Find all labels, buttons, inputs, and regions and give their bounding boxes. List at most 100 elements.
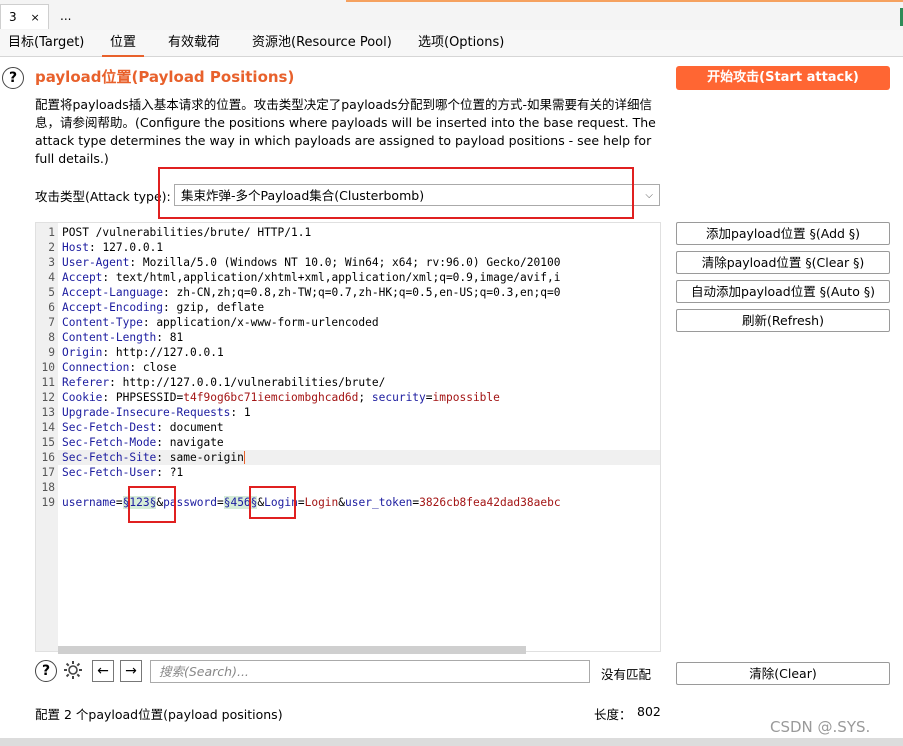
header-name: Sec-Fetch-Mode bbox=[62, 436, 157, 449]
payload-positions-count: 配置 2 个payload位置(payload positions) bbox=[35, 707, 283, 722]
gear-icon[interactable] bbox=[62, 660, 84, 682]
code-line: 1 POST /vulnerabilities/brute/ HTTP/1.1 bbox=[36, 225, 660, 240]
line-number: 10 bbox=[41, 361, 55, 374]
header-value: text/html,application/xhtml+xml,applicat… bbox=[109, 271, 561, 284]
header-value: http://127.0.0.1 bbox=[109, 346, 224, 359]
line-number: 17 bbox=[41, 466, 55, 479]
code-line: 13 Upgrade-Insecure-Requests: 1 bbox=[36, 405, 660, 420]
line-number: 19 bbox=[41, 496, 55, 509]
header-name: Content-Type bbox=[62, 316, 143, 329]
line-number: 14 bbox=[41, 421, 55, 434]
line-text: User-Agent: Mozilla/5.0 (Windows NT 10.0… bbox=[62, 256, 561, 269]
code-line: 8 Content-Length: 81 bbox=[36, 330, 660, 345]
code-line: 16 Sec-Fetch-Site: same-origin bbox=[36, 450, 660, 465]
attack-type-label: 攻击类型(Attack type): bbox=[35, 189, 171, 204]
tab-positions[interactable]: 位置 bbox=[102, 31, 145, 57]
header-name: User-Agent bbox=[62, 256, 130, 269]
window-tab-3[interactable]: 3 × bbox=[0, 4, 49, 29]
section-title: payload位置(Payload Positions) bbox=[35, 68, 295, 86]
request-line: POST /vulnerabilities/brute/ HTTP/1.1 bbox=[62, 226, 312, 239]
code-line: 12 Cookie: PHPSESSID=t4f9og6bc71iemciombg… bbox=[36, 390, 660, 405]
clear-search-button[interactable]: 清除(Clear) bbox=[676, 662, 890, 685]
status-indicator bbox=[884, 8, 903, 26]
tab-resource-pool[interactable]: 资源池(Resource Pool) bbox=[244, 31, 400, 55]
cookie-token: impossible bbox=[432, 391, 500, 404]
line-number: 5 bbox=[48, 286, 55, 299]
code-line: 15 Sec-Fetch-Mode: navigate bbox=[36, 435, 660, 450]
search-match-count: 没有匹配 bbox=[601, 667, 652, 682]
text-cursor bbox=[243, 451, 245, 464]
line-number: 8 bbox=[48, 331, 55, 344]
arrow-left-icon[interactable]: ← bbox=[92, 660, 114, 682]
header-name: Upgrade-Insecure-Requests bbox=[62, 406, 231, 419]
clear-payload-position-button[interactable]: 清除payload位置 §(Clear §) bbox=[676, 251, 890, 274]
header-value: ?1 bbox=[163, 466, 184, 479]
header-value: application/x-www-form-urlencoded bbox=[149, 316, 379, 329]
line-text: Sec-Fetch-Site: same-origin bbox=[62, 451, 245, 464]
body-token: Login bbox=[304, 496, 339, 509]
line-number: 15 bbox=[41, 436, 55, 449]
header-value: navigate bbox=[163, 436, 224, 449]
body-token: username bbox=[62, 496, 116, 509]
header-name: Sec-Fetch-Site bbox=[62, 451, 157, 464]
code-line: 2 Host: 127.0.0.1 bbox=[36, 240, 660, 255]
code-line: 4 Accept: text/html,application/xhtml+xml… bbox=[36, 270, 660, 285]
header-name: Host bbox=[62, 241, 89, 254]
tab-target[interactable]: 目标(Target) bbox=[0, 31, 92, 55]
body-token: = bbox=[297, 496, 305, 509]
body-token: user_token bbox=[345, 496, 413, 509]
active-window-indicator bbox=[346, 0, 903, 2]
header-value: same-origin bbox=[163, 451, 244, 464]
header-value: gzip, deflate bbox=[169, 301, 265, 314]
header-name: Origin bbox=[62, 346, 103, 359]
line-number: 1 bbox=[48, 226, 55, 239]
refresh-button[interactable]: 刷新(Refresh) bbox=[676, 309, 890, 332]
search-input[interactable]: 搜索(Search)... bbox=[150, 660, 590, 683]
header-value: Mozilla/5.0 (Windows NT 10.0; Win64; x64… bbox=[136, 256, 561, 269]
line-text: Upgrade-Insecure-Requests: 1 bbox=[62, 406, 251, 419]
body-token: = bbox=[115, 496, 123, 509]
header-name: Connection bbox=[62, 361, 130, 374]
line-number: 13 bbox=[41, 406, 55, 419]
header-name: Cookie bbox=[62, 391, 103, 404]
annotation-box-attack-type bbox=[158, 167, 634, 219]
line-number: 12 bbox=[41, 391, 55, 404]
header-name: Referer bbox=[62, 376, 110, 389]
header-name: Sec-Fetch-User bbox=[62, 466, 157, 479]
line-number: 2 bbox=[48, 241, 55, 254]
search-help-icon[interactable]: ? bbox=[35, 660, 57, 682]
line-text: Accept: text/html,application/xhtml+xml,… bbox=[62, 271, 561, 284]
code-line: 11 Referer: http://127.0.0.1/vulnerabilit… bbox=[36, 375, 660, 390]
window-tab-more[interactable]: ... bbox=[52, 4, 79, 28]
watermark: CSDN @.SYS. bbox=[770, 718, 871, 736]
line-text: Content-Length: 81 bbox=[62, 331, 184, 344]
line-text: POST /vulnerabilities/brute/ HTTP/1.1 bbox=[62, 225, 311, 240]
horizontal-scrollbar[interactable] bbox=[58, 646, 526, 654]
line-number: 9 bbox=[48, 346, 55, 359]
help-icon[interactable]: ? bbox=[2, 67, 24, 89]
code-line: 6 Accept-Encoding: gzip, deflate bbox=[36, 300, 660, 315]
add-payload-position-button[interactable]: 添加payload位置 §(Add §) bbox=[676, 222, 890, 245]
annotation-box-password-payload bbox=[249, 486, 296, 519]
header-value: close bbox=[136, 361, 177, 374]
line-text: Content-Type: application/x-www-form-url… bbox=[62, 316, 379, 329]
request-editor[interactable]: 1 POST /vulnerabilities/brute/ HTTP/1.1 2 H… bbox=[35, 222, 661, 652]
cookie-token: PHPSESSID bbox=[109, 391, 177, 404]
code-line: 5 Accept-Language: zh-CN,zh;q=0.8,zh-TW;q… bbox=[36, 285, 660, 300]
header-value: document bbox=[163, 421, 224, 434]
tab-options[interactable]: 选项(Options) bbox=[410, 31, 512, 55]
line-text: Cookie: PHPSESSID=t4f9og6bc71iemciombghc… bbox=[62, 391, 500, 404]
header-value: 1 bbox=[237, 406, 251, 419]
header-name: Accept-Language bbox=[62, 286, 164, 299]
code-line: 7 Content-Type: application/x-www-form-ur… bbox=[36, 315, 660, 330]
close-tab-icon[interactable]: × bbox=[30, 11, 39, 24]
tab-payloads[interactable]: 有效载荷 bbox=[160, 31, 228, 55]
bottom-edge bbox=[0, 738, 903, 746]
auto-payload-position-button[interactable]: 自动添加payload位置 §(Auto §) bbox=[676, 280, 890, 303]
line-number: 7 bbox=[48, 316, 55, 329]
start-attack-button[interactable]: 开始攻击(Start attack) bbox=[676, 66, 890, 90]
code-line: 3 User-Agent: Mozilla/5.0 (Windows NT 10.… bbox=[36, 255, 660, 270]
arrow-right-icon[interactable]: → bbox=[120, 660, 142, 682]
body-token: 3826cb8fea42dad38aebc bbox=[419, 496, 561, 509]
line-text: Connection: close bbox=[62, 361, 177, 374]
